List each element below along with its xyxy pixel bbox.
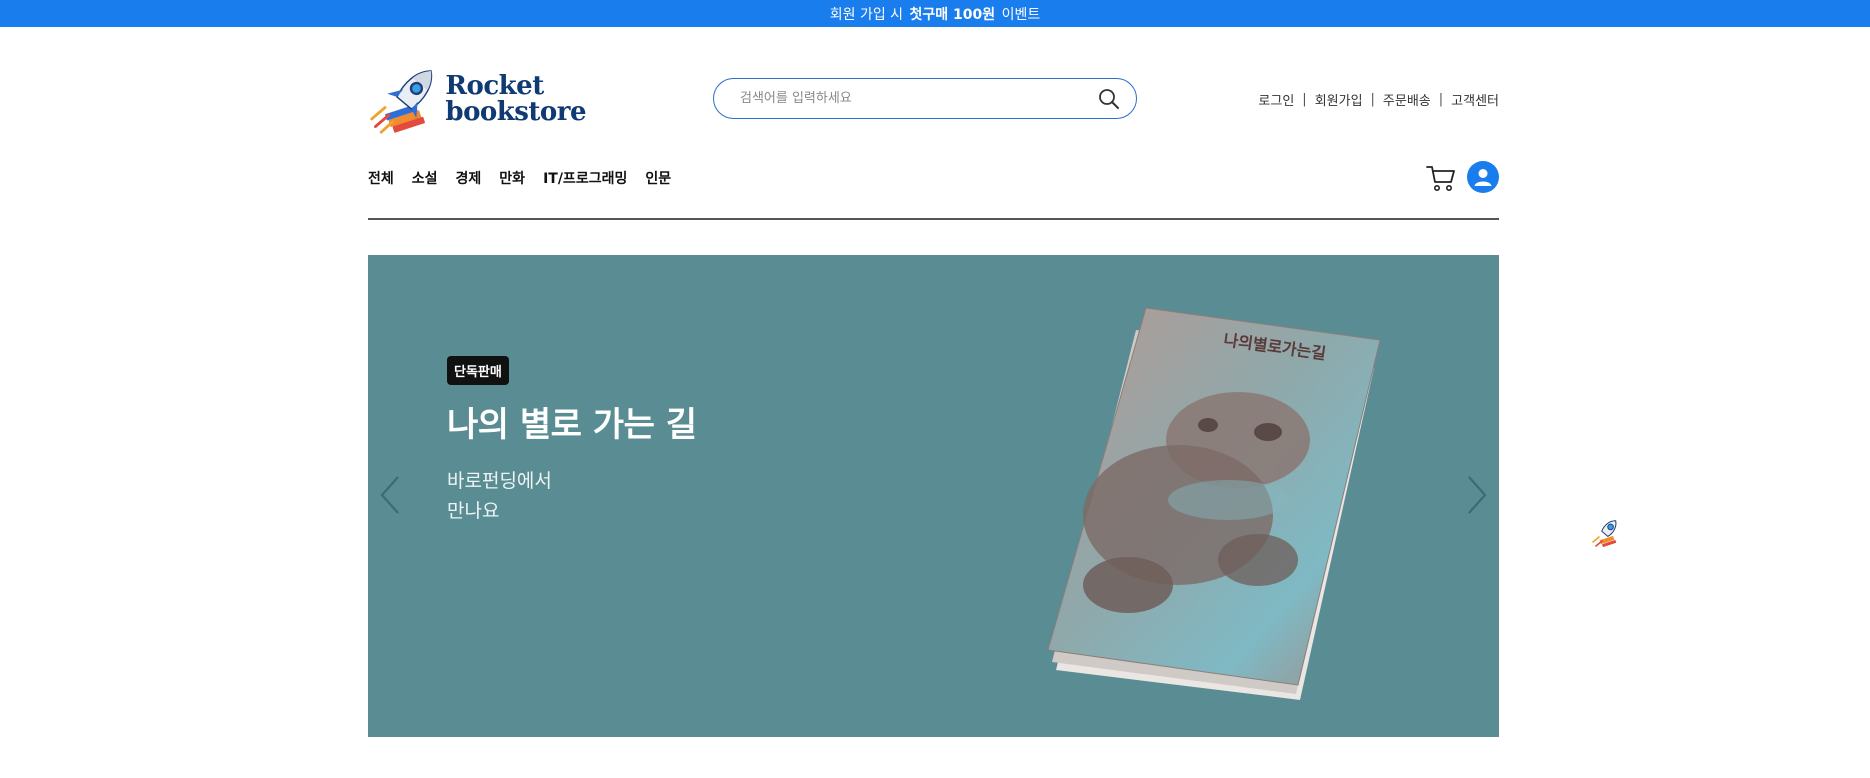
hero-carousel[interactable]: 단독판매 나의 별로 가는 길 바로펀딩에서 만나요 나의별로가는길	[368, 255, 1499, 737]
separator: |	[1302, 92, 1307, 107]
rocket-icon	[370, 70, 433, 134]
banner-highlight: 첫구매 100원	[909, 6, 996, 23]
separator: |	[1438, 92, 1444, 107]
cart-icon[interactable]	[1426, 164, 1456, 192]
chevron-right-icon[interactable]	[1465, 474, 1489, 516]
chevron-left-icon[interactable]	[378, 474, 402, 516]
nav-item-comics[interactable]: 만화	[499, 168, 525, 188]
hero-subtitle-line2: 만나요	[447, 500, 500, 522]
exclusive-badge: 단독판매	[447, 356, 509, 385]
header-divider	[368, 218, 1499, 220]
banner-text-post: 이벤트	[1001, 6, 1041, 23]
login-link[interactable]: 로그인	[1258, 90, 1294, 109]
nav-item-novel[interactable]: 소설	[412, 168, 438, 188]
category-nav: 전체 소설 경제 만화 IT/프로그래밍 인문	[368, 168, 689, 188]
book-cover-image[interactable]: 나의별로가는길	[1028, 300, 1408, 720]
nav-item-economy[interactable]: 경제	[456, 168, 482, 188]
logo-wordmark: Rocket bookstore	[445, 73, 586, 125]
floating-rocket-icon[interactable]	[1590, 516, 1624, 550]
order-delivery-link[interactable]: 주문배송	[1383, 90, 1431, 109]
customer-center-link[interactable]: 고객센터	[1451, 90, 1499, 109]
hero-title: 나의 별로 가는 길	[447, 405, 697, 445]
logo-line2: bookstore	[445, 97, 586, 127]
utility-links: 로그인 | 회원가입 | 주문배송 | 고객센터	[1258, 90, 1499, 109]
search-icon[interactable]	[1096, 86, 1122, 112]
nav-item-humanities[interactable]: 인문	[645, 168, 671, 188]
hero-subtitle: 바로펀딩에서 만나요	[447, 466, 552, 526]
search-input[interactable]	[740, 91, 1096, 106]
nav-item-it-programming[interactable]: IT/프로그래밍	[543, 168, 627, 188]
top-promo-banner[interactable]: 회원 가입 시 첫구매 100원 이벤트	[0, 0, 1870, 27]
site-logo[interactable]: Rocket bookstore	[366, 60, 586, 138]
logo-line1: Rocket	[445, 71, 544, 101]
banner-text-pre: 회원 가입 시	[829, 6, 904, 23]
nav-item-all[interactable]: 전체	[368, 168, 394, 188]
signup-link[interactable]: 회원가입	[1315, 90, 1363, 109]
separator: |	[1370, 92, 1375, 107]
search-bar	[713, 78, 1137, 119]
user-icon[interactable]	[1467, 161, 1499, 193]
hero-subtitle-line1: 바로펀딩에서	[447, 470, 552, 492]
